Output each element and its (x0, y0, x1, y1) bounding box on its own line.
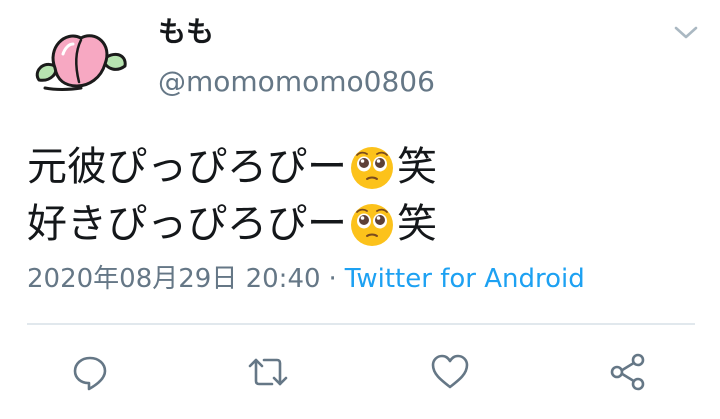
source-link[interactable]: Twitter for Android (345, 264, 585, 294)
reply-icon (73, 356, 107, 391)
divider (27, 323, 695, 325)
retweet-button[interactable] (246, 350, 290, 394)
tweet-line-laugh: 笑 (397, 201, 437, 247)
tweet-line-text: 元彼ぴっぴろぴー (27, 144, 347, 190)
reply-button[interactable] (68, 350, 112, 394)
tweet-text: 元彼ぴっぴろぴー 笑 好きぴっぴろぴー 笑 (27, 139, 687, 253)
tweet-line: 好きぴっぴろぴー 笑 (27, 196, 687, 253)
more-options-chevron-down-icon[interactable] (673, 24, 699, 42)
pleading-face-emoji-icon (349, 202, 395, 248)
retweet-icon (248, 358, 288, 386)
meta-separator: · (328, 264, 337, 294)
tweet-line-text: 好きぴっぴろぴー (27, 201, 347, 247)
peach-avatar-icon (35, 34, 127, 91)
user-handle[interactable]: @momomomo0806 (158, 64, 435, 100)
timestamp[interactable]: 2020年08月29日 20:40 (27, 264, 321, 294)
like-icon (431, 354, 469, 389)
tweet-meta: 2020年08月29日 20:40 · Twitter for Android (27, 262, 585, 296)
tweet-card: もも @momomomo0806 元彼ぴっぴろぴー 笑 好きぴっぴろぴー 笑 2… (0, 0, 720, 419)
display-name[interactable]: もも (158, 14, 214, 50)
share-button[interactable] (606, 350, 650, 394)
share-icon (610, 353, 645, 391)
tweet-line: 元彼ぴっぴろぴー 笑 (27, 139, 687, 196)
like-button[interactable] (428, 350, 472, 394)
avatar[interactable] (25, 14, 133, 122)
tweet-line-laugh: 笑 (397, 144, 437, 190)
pleading-face-emoji-icon (349, 145, 395, 191)
